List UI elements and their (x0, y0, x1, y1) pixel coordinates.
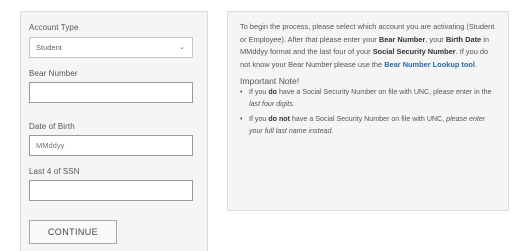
account-type-value: Student (36, 43, 62, 52)
bear-number-lookup-link[interactable]: Bear Number Lookup tool (384, 60, 475, 69)
note-text: have a Social Security Number on file wi… (277, 88, 492, 97)
bullet-icon: • (240, 88, 243, 97)
account-activation-form: Account Type Student ⌄ Bear Number Date … (20, 11, 208, 251)
list-item: • If you do not have a Social Security Nu… (240, 114, 498, 138)
note-text: If you (249, 114, 269, 123)
ssn-emphasis: Social Security Number (372, 47, 456, 57)
bullet-icon: • (240, 114, 243, 123)
bear-number-emphasis: Bear Number (378, 34, 426, 44)
instructions-text: To begin the process, please select whic… (240, 21, 498, 71)
continue-button[interactable]: CONTINUE (29, 220, 117, 244)
note-text: . (292, 100, 295, 109)
chevron-down-icon: ⌄ (179, 44, 185, 51)
ssn-last4-label: Last 4 of SSN (29, 167, 80, 176)
date-of-birth-input[interactable] (29, 135, 193, 156)
ssn-last4-input[interactable] (29, 180, 193, 201)
account-type-select[interactable]: Student ⌄ (29, 37, 193, 58)
important-note-heading: Important Note! (240, 76, 300, 87)
birth-date-emphasis: Birth Date (445, 34, 482, 44)
note-text: . (331, 126, 334, 135)
important-note-list: • If you do have a Social Security Number… (240, 87, 498, 137)
account-type-label: Account Type (29, 23, 79, 32)
date-of-birth-label: Date of Birth (29, 122, 75, 131)
list-item: • If you do have a Social Security Number… (240, 87, 498, 111)
instructions-panel: To begin the process, please select whic… (227, 11, 509, 211)
instructions-part: , your (425, 34, 446, 44)
note-italic: last four digits (249, 100, 293, 109)
note-emphasis: do (268, 88, 277, 97)
bear-number-input[interactable] (29, 82, 193, 103)
note-text: If you (249, 88, 269, 97)
bear-number-label: Bear Number (29, 69, 78, 78)
instructions-part: . (474, 59, 478, 69)
note-emphasis: do not (268, 114, 290, 123)
note-text: have a Social Security Number on file wi… (290, 114, 447, 123)
